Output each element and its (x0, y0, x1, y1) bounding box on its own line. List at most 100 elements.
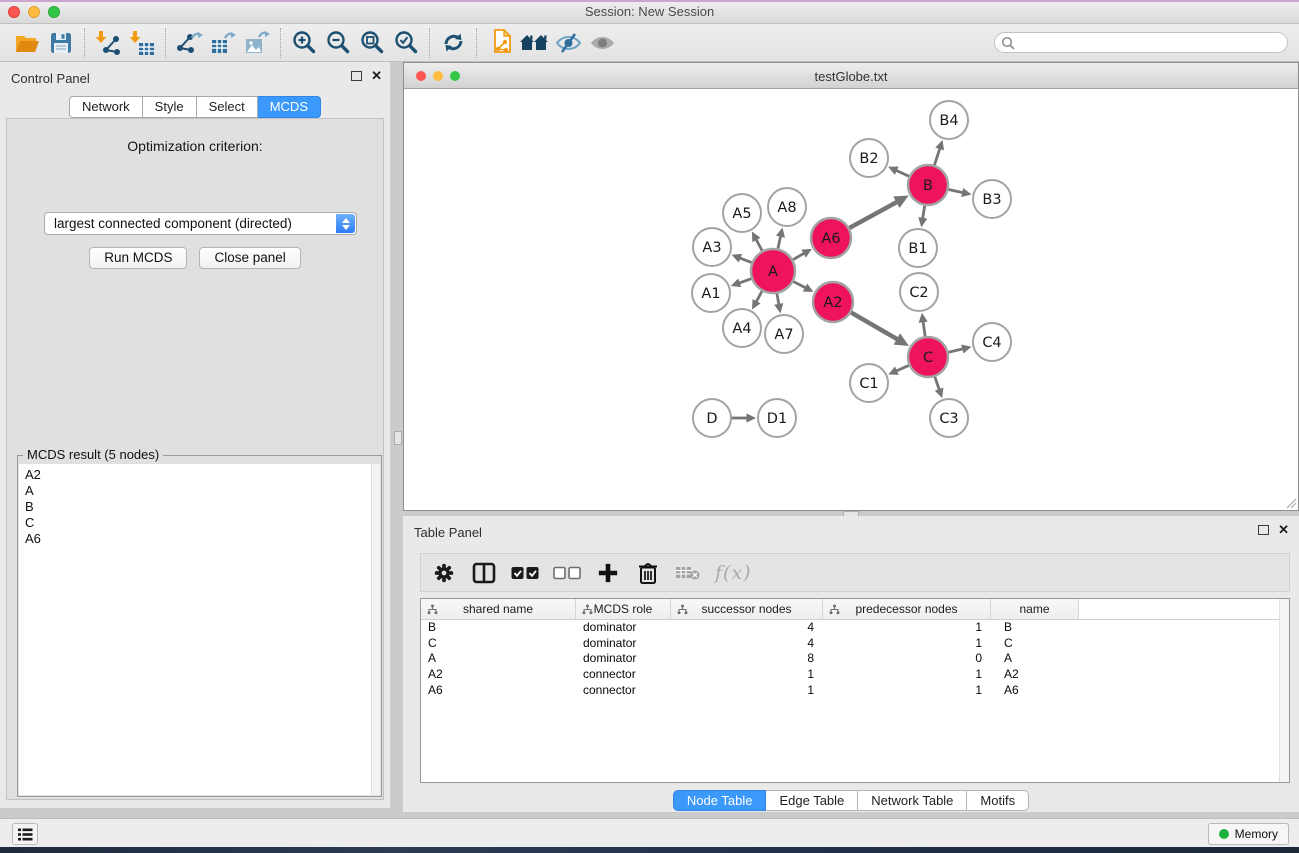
graph-node-B1[interactable]: B1 (899, 229, 937, 267)
column-header-mcds-role[interactable]: MCDS role (576, 599, 671, 619)
edge-A-A5[interactable] (752, 232, 762, 251)
tab-network[interactable]: Network (69, 96, 143, 118)
tab-select[interactable]: Select (197, 96, 258, 118)
edge-A6-B[interactable] (849, 196, 908, 228)
graph-node-D1[interactable]: D1 (758, 399, 796, 437)
edge-A-A4[interactable] (752, 291, 762, 309)
table-cell[interactable]: 1 (671, 667, 823, 683)
close-panel-button[interactable]: ✕ (371, 71, 382, 81)
table-cell[interactable]: B (421, 620, 576, 636)
edge-A-A7[interactable] (774, 294, 783, 314)
table-cell[interactable]: A (991, 651, 1079, 667)
refresh-button[interactable] (436, 28, 470, 58)
graph-node-B3[interactable]: B3 (973, 180, 1011, 218)
table-cell[interactable]: 0 (823, 651, 991, 667)
table-cell[interactable]: dominator (576, 620, 671, 636)
close-panel-button[interactable]: Close panel (199, 247, 300, 269)
float-panel-button[interactable] (351, 71, 362, 81)
delete-column-button[interactable] (635, 558, 661, 588)
resize-grip[interactable] (1283, 495, 1297, 509)
edge-A-A3[interactable] (732, 254, 752, 263)
hide-selected-button[interactable] (551, 28, 585, 58)
column-header-successor-nodes[interactable]: successor nodes (671, 599, 823, 619)
graph-node-A4[interactable]: A4 (723, 309, 761, 347)
result-item[interactable]: A (25, 483, 374, 499)
table-cell[interactable]: A6 (421, 683, 576, 699)
zoom-in-button[interactable] (287, 28, 321, 58)
table-cell[interactable]: connector (576, 667, 671, 683)
graph-node-C2[interactable]: C2 (900, 273, 938, 311)
table-cell[interactable]: 1 (823, 636, 991, 652)
graph-node-C1[interactable]: C1 (850, 364, 888, 402)
import-network-button[interactable] (91, 28, 125, 58)
table-cell[interactable]: A2 (991, 667, 1079, 683)
graph-node-C[interactable]: C (908, 337, 948, 377)
tab-edge-table[interactable]: Edge Table (766, 790, 858, 811)
edge-B-B1[interactable] (918, 206, 927, 228)
network-canvas[interactable]: AA6A2BCA5A8A3A1A4A7B4B2B3B1C2C4C1C3DD1 (404, 89, 1298, 510)
new-network-from-file-button[interactable] (483, 28, 517, 58)
tab-style[interactable]: Style (143, 96, 197, 118)
first-neighbors-button[interactable] (517, 28, 551, 58)
edge-B-B3[interactable] (949, 188, 972, 197)
table-cell[interactable]: connector (576, 683, 671, 699)
result-item[interactable]: A6 (25, 531, 374, 547)
graph-node-D[interactable]: D (693, 399, 731, 437)
table-cell[interactable]: B (991, 620, 1079, 636)
memory-button[interactable]: Memory (1208, 823, 1289, 845)
zoom-out-button[interactable] (321, 28, 355, 58)
graph-node-A[interactable]: A (751, 249, 795, 293)
import-table-button[interactable] (125, 28, 159, 58)
edge-A-A1[interactable] (731, 278, 752, 287)
edge-D-D1[interactable] (732, 413, 756, 422)
graph-node-A5[interactable]: A5 (723, 194, 761, 232)
function-builder-button[interactable]: f(x) (715, 558, 752, 588)
table-cell[interactable]: C (421, 636, 576, 652)
table-cell[interactable]: dominator (576, 651, 671, 667)
edge-C-C4[interactable] (948, 344, 971, 353)
close-panel-button[interactable]: ✕ (1278, 525, 1289, 535)
zoom-fit-button[interactable] (355, 28, 389, 58)
tab-motifs[interactable]: Motifs (967, 790, 1029, 811)
table-cell[interactable]: dominator (576, 636, 671, 652)
tab-node-table[interactable]: Node Table (673, 790, 767, 811)
column-header-shared-name[interactable]: shared name (421, 599, 576, 619)
graph-node-A1[interactable]: A1 (692, 274, 730, 312)
save-session-button[interactable] (44, 28, 78, 58)
export-table-button[interactable] (206, 28, 240, 58)
graph-node-A6[interactable]: A6 (811, 218, 851, 258)
table-cell[interactable]: A6 (991, 683, 1079, 699)
search-input[interactable] (994, 32, 1288, 53)
vertical-splitter-handle[interactable] (394, 431, 402, 445)
table-row[interactable]: A6connector11A6 (421, 683, 1289, 699)
graph-node-C3[interactable]: C3 (930, 399, 968, 437)
table-row[interactable]: A2connector11A2 (421, 667, 1289, 683)
edge-A-A2[interactable] (793, 282, 813, 292)
table-scrollbar[interactable] (1279, 599, 1289, 782)
table-cell[interactable]: 1 (823, 667, 991, 683)
show-all-button[interactable] (585, 28, 619, 58)
column-header-predecessor-nodes[interactable]: predecessor nodes (823, 599, 991, 619)
edge-C-C2[interactable] (919, 313, 928, 336)
graph-node-B2[interactable]: B2 (850, 139, 888, 177)
task-history-button[interactable] (12, 823, 38, 845)
result-scrollbar[interactable] (371, 464, 380, 795)
table-cell[interactable]: 4 (671, 636, 823, 652)
export-image-button[interactable] (240, 28, 274, 58)
open-file-button[interactable] (10, 28, 44, 58)
table-cell[interactable]: 1 (823, 620, 991, 636)
graph-node-A3[interactable]: A3 (693, 228, 731, 266)
edge-A-A6[interactable] (793, 249, 812, 260)
table-settings-button[interactable] (431, 558, 457, 588)
table-row[interactable]: Adominator80A (421, 651, 1289, 667)
export-network-button[interactable] (172, 28, 206, 58)
graph-node-C4[interactable]: C4 (973, 323, 1011, 361)
table-cell[interactable]: A2 (421, 667, 576, 683)
tab-mcds[interactable]: MCDS (258, 96, 321, 118)
edge-B-B4[interactable] (934, 140, 944, 165)
table-row[interactable]: Cdominator41C (421, 636, 1289, 652)
graph-node-B[interactable]: B (908, 165, 948, 205)
zoom-selected-button[interactable] (389, 28, 423, 58)
float-panel-button[interactable] (1258, 525, 1269, 535)
tab-network-table[interactable]: Network Table (858, 790, 967, 811)
